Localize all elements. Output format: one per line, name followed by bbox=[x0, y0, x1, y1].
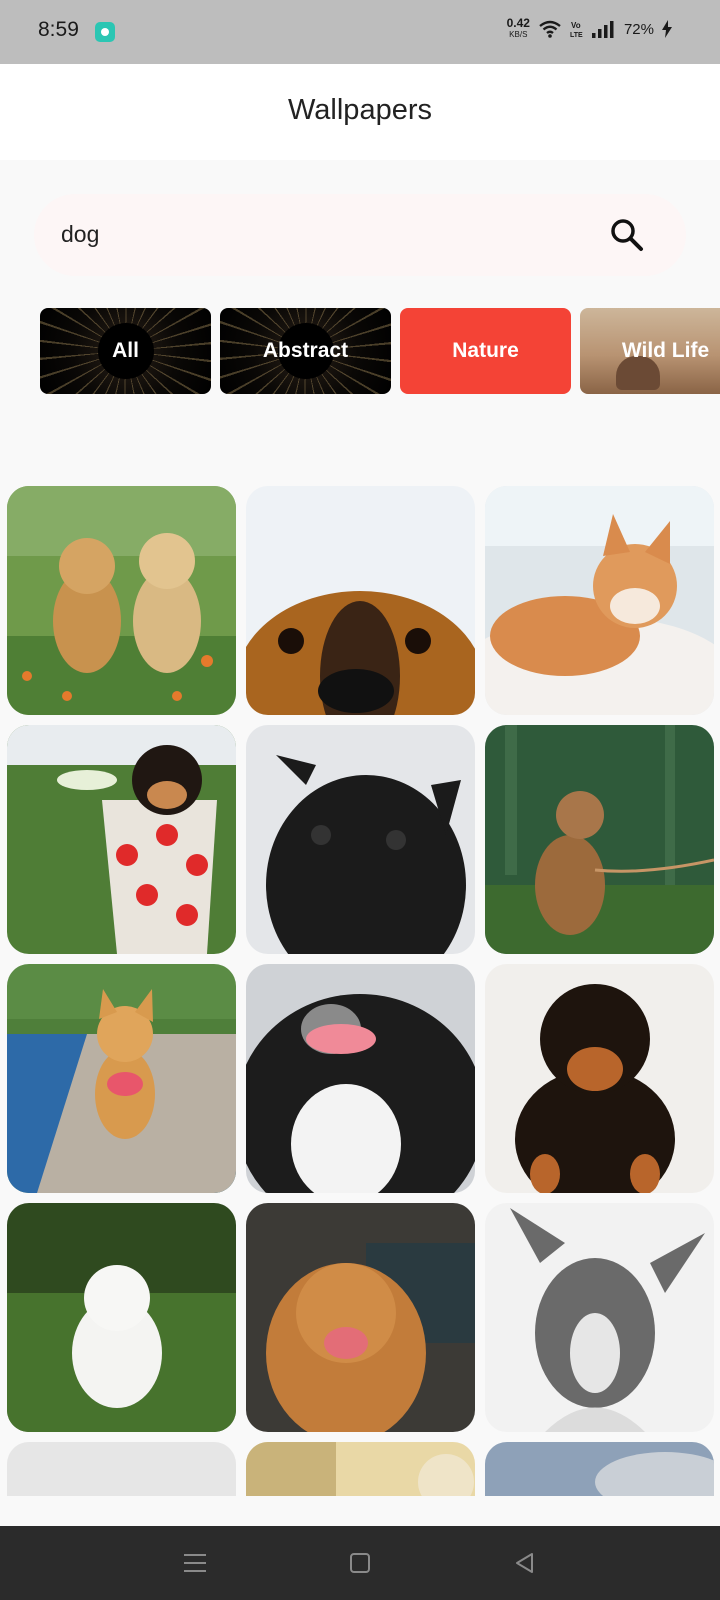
wallpaper-tile[interactable] bbox=[7, 1203, 236, 1432]
wallpaper-image bbox=[7, 725, 236, 954]
status-indicators: 0.42 KB/S Vo LTE 72% bbox=[506, 16, 672, 40]
category-label: Abstract bbox=[262, 339, 349, 362]
wallpaper-tile[interactable] bbox=[246, 964, 475, 1193]
wallpaper-image bbox=[246, 486, 475, 715]
wallpaper-image bbox=[7, 964, 236, 1193]
wallpaper-image bbox=[485, 964, 714, 1193]
wallpaper-tile[interactable] bbox=[485, 486, 714, 715]
wallpaper-image bbox=[7, 486, 236, 715]
wallpaper-image bbox=[7, 1442, 236, 1496]
svg-text:Vo: Vo bbox=[571, 21, 581, 30]
category-all[interactable]: All bbox=[40, 308, 211, 394]
wallpaper-tile[interactable] bbox=[246, 1203, 475, 1432]
wallpaper-tile[interactable] bbox=[485, 1442, 714, 1496]
home-icon[interactable] bbox=[345, 1548, 375, 1578]
wallpaper-image bbox=[485, 725, 714, 954]
wallpaper-tile[interactable] bbox=[7, 725, 236, 954]
wallpaper-tile[interactable] bbox=[7, 486, 236, 715]
wallpaper-image bbox=[246, 1442, 475, 1496]
search-input[interactable]: dog bbox=[61, 221, 99, 248]
wallpaper-image bbox=[246, 1203, 475, 1432]
wallpaper-image bbox=[485, 1203, 714, 1432]
app-bar: Wallpapers bbox=[0, 64, 720, 160]
network-speed: 0.42 KB/S bbox=[506, 16, 530, 40]
category-wild-life[interactable]: Wild Life bbox=[580, 308, 720, 394]
wallpaper-tile[interactable] bbox=[7, 1442, 236, 1496]
wallpaper-tile[interactable] bbox=[246, 725, 475, 954]
network-speed-unit: KB/S bbox=[509, 30, 528, 39]
system-navigation-bar bbox=[0, 1526, 720, 1600]
wallpaper-image bbox=[485, 486, 714, 715]
svg-text:LTE: LTE bbox=[570, 32, 583, 39]
chat-notification-icon bbox=[95, 22, 115, 42]
wallpaper-tile[interactable] bbox=[485, 725, 714, 954]
wallpaper-tile[interactable] bbox=[7, 964, 236, 1193]
wallpaper-grid bbox=[0, 486, 720, 1496]
back-icon[interactable] bbox=[510, 1548, 540, 1578]
wifi-icon bbox=[539, 20, 561, 38]
charging-icon bbox=[662, 20, 672, 38]
page-title: Wallpapers bbox=[288, 94, 432, 126]
status-bar: 8:59 0.42 KB/S Vo LTE 72% bbox=[0, 0, 720, 64]
battery-percentage: 72% bbox=[623, 20, 654, 38]
category-nature[interactable]: Nature bbox=[400, 308, 571, 394]
category-abstract[interactable]: Abstract bbox=[220, 308, 391, 394]
search-bar[interactable]: dog bbox=[34, 194, 686, 276]
wallpaper-image bbox=[485, 1442, 714, 1496]
search-icon[interactable] bbox=[608, 216, 646, 254]
menu-icon[interactable] bbox=[180, 1548, 210, 1578]
category-label: Wild Life bbox=[621, 339, 710, 362]
wallpaper-tile[interactable] bbox=[485, 964, 714, 1193]
wallpaper-tile[interactable] bbox=[246, 1442, 475, 1496]
wallpaper-image bbox=[7, 1203, 236, 1432]
signal-icon bbox=[591, 21, 614, 38]
category-label: Nature bbox=[452, 339, 519, 362]
wallpaper-tile[interactable] bbox=[485, 1203, 714, 1432]
wallpaper-tile[interactable] bbox=[246, 486, 475, 715]
wallpaper-image bbox=[246, 964, 475, 1193]
wallpaper-image bbox=[246, 725, 475, 954]
network-speed-value: 0.42 bbox=[506, 16, 530, 30]
volte-icon: Vo LTE bbox=[570, 21, 583, 39]
category-label: All bbox=[112, 339, 139, 362]
category-list: All Abstract Nature Wild Life bbox=[0, 308, 720, 394]
status-time: 8:59 bbox=[38, 18, 79, 41]
